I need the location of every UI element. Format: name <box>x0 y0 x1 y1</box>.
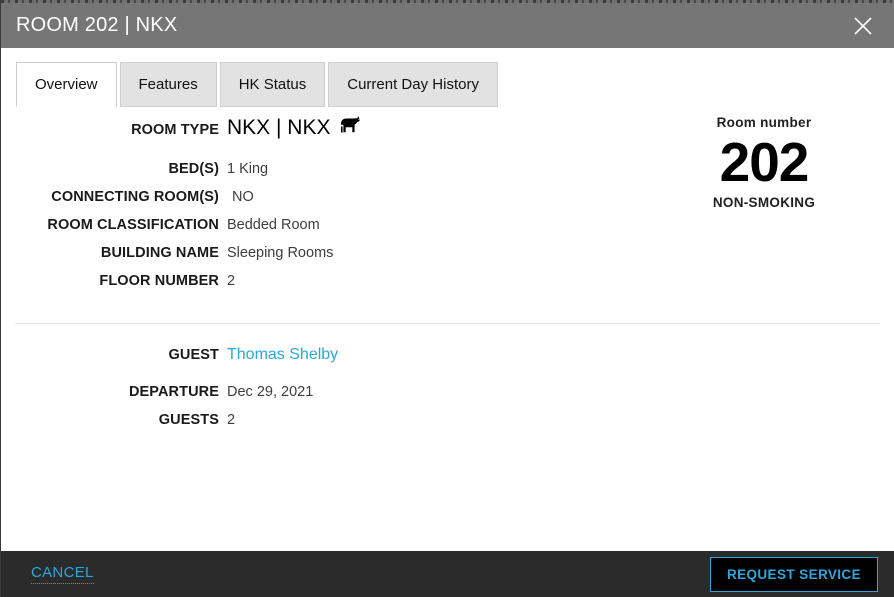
beds-value: 1 King <box>227 161 269 177</box>
room-details-table: ROOM TYPE NKX | NKX BED(S) 1 King CONNEC… <box>1 115 561 301</box>
table-row: GUESTS 2 <box>1 412 561 428</box>
tab-hk-status[interactable]: HK Status <box>219 62 326 107</box>
guests-count-value: 2 <box>227 412 236 428</box>
departure-label: DEPARTURE <box>128 384 219 400</box>
floor-number-label: FLOOR NUMBER <box>99 273 219 289</box>
table-row: ROOM CLASSIFICATION Bedded Room <box>1 217 561 233</box>
guest-details-table: GUEST Thomas Shelby DEPARTURE Dec 29, 20… <box>1 346 561 428</box>
departure-value: Dec 29, 2021 <box>227 384 314 400</box>
guests-count-label: GUESTS <box>158 412 219 428</box>
room-classification-label: ROOM CLASSIFICATION <box>47 217 219 233</box>
request-service-button[interactable]: REQUEST SERVICE <box>709 556 878 592</box>
connecting-rooms-label: CONNECTING ROOM(S) <box>51 189 219 205</box>
dialog-header: ROOM 202 | NKX <box>1 3 894 48</box>
tab-label: Current Day History <box>347 76 479 93</box>
room-detail-dialog: ROOM 202 | NKX Overview Features HK Stat… <box>0 0 894 597</box>
table-row: BUILDING NAME Sleeping Rooms <box>1 245 561 261</box>
room-info-section: ROOM TYPE NKX | NKX BED(S) 1 King CONNEC… <box>1 115 894 301</box>
close-icon[interactable] <box>848 11 878 41</box>
table-row: BED(S) 1 King <box>1 161 561 177</box>
guest-name-link[interactable]: Thomas Shelby <box>227 346 338 364</box>
cancel-button[interactable]: CANCEL <box>31 564 94 584</box>
table-row: GUEST Thomas Shelby <box>1 346 561 364</box>
building-name-value: Sleeping Rooms <box>227 245 334 261</box>
room-type-value: NKX | NKX <box>227 116 331 139</box>
tab-current-day-history[interactable]: Current Day History <box>328 62 498 107</box>
tab-overview[interactable]: Overview <box>16 62 117 107</box>
tab-label: HK Status <box>238 76 307 93</box>
dialog-footer: CANCEL REQUEST SERVICE <box>1 551 894 597</box>
table-row: FLOOR NUMBER 2 <box>1 273 561 289</box>
overview-panel: ROOM TYPE NKX | NKX BED(S) 1 King CONNEC… <box>1 107 894 551</box>
tab-label: Overview <box>35 76 98 93</box>
table-row: DEPARTURE Dec 29, 2021 <box>1 384 561 400</box>
room-type-label: ROOM TYPE <box>131 122 219 138</box>
section-divider <box>15 323 880 324</box>
table-row: ROOM TYPE NKX | NKX <box>1 115 561 141</box>
pet-dog-icon <box>338 115 362 141</box>
room-classification-value: Bedded Room <box>227 217 320 233</box>
tab-label: Features <box>138 76 198 93</box>
building-name-label: BUILDING NAME <box>100 245 219 261</box>
table-row: CONNECTING ROOM(S) NO <box>1 189 561 205</box>
tab-features[interactable]: Features <box>119 62 217 107</box>
tab-bar: Overview Features HK Status Current Day … <box>1 48 894 107</box>
guest-label: GUEST <box>168 347 219 363</box>
connecting-rooms-value: NO <box>232 189 254 205</box>
beds-label: BED(S) <box>168 161 219 177</box>
page-title: ROOM 202 | NKX <box>16 14 178 36</box>
room-type-value-group: NKX | NKX <box>227 115 362 141</box>
floor-number-value: 2 <box>227 273 236 289</box>
